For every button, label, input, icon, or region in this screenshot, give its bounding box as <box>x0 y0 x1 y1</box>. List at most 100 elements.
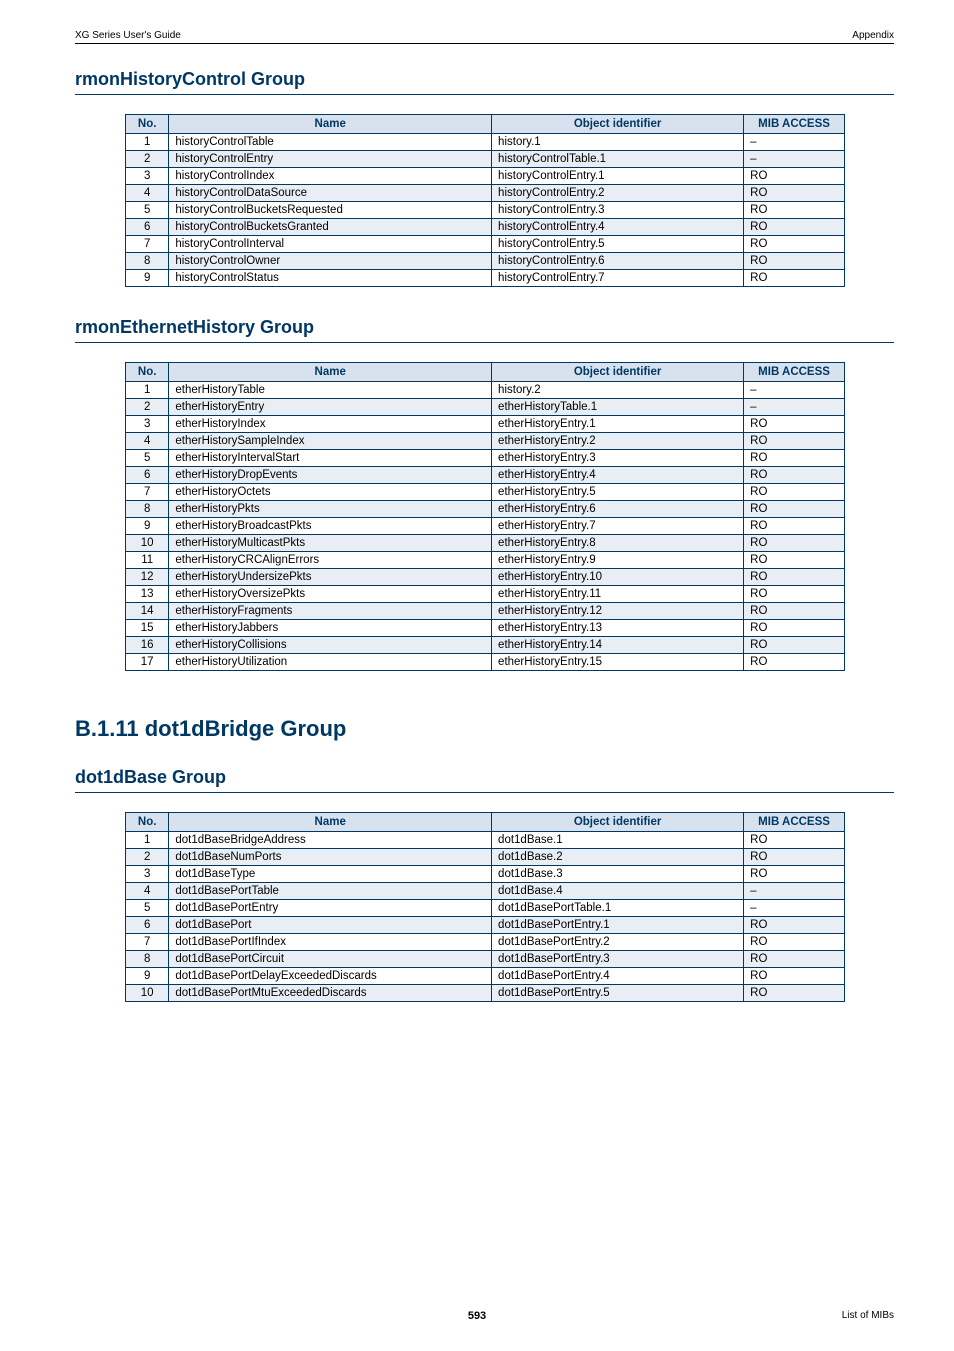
table-row: 8dot1dBasePortCircuitdot1dBasePortEntry.… <box>126 951 845 968</box>
cell-mib-access: RO <box>744 552 845 569</box>
cell-name: historyControlIndex <box>169 168 492 185</box>
cell-name: dot1dBasePortTable <box>169 883 492 900</box>
header-left: XG Series User's Guide <box>75 30 181 41</box>
cell-no: 3 <box>126 416 169 433</box>
cell-name: dot1dBasePort <box>169 917 492 934</box>
table-row: 6historyControlBucketsGrantedhistoryCont… <box>126 219 845 236</box>
table-header-cell: No. <box>126 115 169 134</box>
cell-no: 2 <box>126 399 169 416</box>
cell-mib-access: RO <box>744 968 845 985</box>
cell-name: dot1dBasePortIfIndex <box>169 934 492 951</box>
cell-mib-access: – <box>744 900 845 917</box>
table-row: 7dot1dBasePortIfIndexdot1dBasePortEntry.… <box>126 934 845 951</box>
cell-object-identifier: etherHistoryEntry.15 <box>492 654 744 671</box>
table-header-cell: No. <box>126 363 169 382</box>
cell-no: 15 <box>126 620 169 637</box>
cell-name: historyControlBucketsGranted <box>169 219 492 236</box>
cell-mib-access: RO <box>744 849 845 866</box>
cell-mib-access: RO <box>744 236 845 253</box>
cell-mib-access: – <box>744 399 845 416</box>
page-footer: 593 List of MIBs <box>60 1310 894 1321</box>
cell-mib-access: RO <box>744 433 845 450</box>
cell-name: historyControlBucketsRequested <box>169 202 492 219</box>
table-row: 14etherHistoryFragmentsetherHistoryEntry… <box>126 603 845 620</box>
cell-name: etherHistoryUndersizePkts <box>169 569 492 586</box>
table-header-cell: Object identifier <box>492 363 744 382</box>
cell-no: 16 <box>126 637 169 654</box>
table-row: 8etherHistoryPktsetherHistoryEntry.6RO <box>126 501 845 518</box>
table-row: 7historyControlIntervalhistoryControlEnt… <box>126 236 845 253</box>
cell-no: 4 <box>126 883 169 900</box>
cell-no: 3 <box>126 866 169 883</box>
table-row: 4etherHistorySampleIndexetherHistoryEntr… <box>126 433 845 450</box>
table-row: 1etherHistoryTablehistory.2– <box>126 382 845 399</box>
cell-object-identifier: etherHistoryEntry.11 <box>492 586 744 603</box>
cell-name: etherHistoryIntervalStart <box>169 450 492 467</box>
cell-object-identifier: historyControlEntry.6 <box>492 253 744 270</box>
cell-mib-access: RO <box>744 185 845 202</box>
cell-no: 9 <box>126 270 169 287</box>
cell-mib-access: – <box>744 883 845 900</box>
cell-name: etherHistoryTable <box>169 382 492 399</box>
cell-mib-access: RO <box>744 202 845 219</box>
cell-mib-access: RO <box>744 270 845 287</box>
cell-no: 11 <box>126 552 169 569</box>
table-row: 10dot1dBasePortMtuExceededDiscardsdot1dB… <box>126 985 845 1002</box>
table-row: 3etherHistoryIndexetherHistoryEntry.1RO <box>126 416 845 433</box>
cell-object-identifier: historyControlEntry.4 <box>492 219 744 236</box>
cell-object-identifier: etherHistoryEntry.6 <box>492 501 744 518</box>
cell-name: dot1dBaseType <box>169 866 492 883</box>
cell-object-identifier: etherHistoryEntry.7 <box>492 518 744 535</box>
cell-mib-access: RO <box>744 866 845 883</box>
table-header-cell: Object identifier <box>492 115 744 134</box>
mib-table: No.NameObject identifierMIB ACCESS1ether… <box>125 362 845 671</box>
cell-no: 5 <box>126 450 169 467</box>
cell-object-identifier: dot1dBase.2 <box>492 849 744 866</box>
table-row: 6dot1dBasePortdot1dBasePortEntry.1RO <box>126 917 845 934</box>
cell-mib-access: RO <box>744 168 845 185</box>
cell-object-identifier: history.1 <box>492 134 744 151</box>
cell-no: 10 <box>126 985 169 1002</box>
cell-object-identifier: dot1dBase.1 <box>492 832 744 849</box>
cell-mib-access: RO <box>744 586 845 603</box>
cell-mib-access: RO <box>744 484 845 501</box>
cell-name: etherHistoryOversizePkts <box>169 586 492 603</box>
cell-no: 1 <box>126 832 169 849</box>
cell-name: historyControlStatus <box>169 270 492 287</box>
cell-no: 2 <box>126 849 169 866</box>
cell-name: etherHistoryJabbers <box>169 620 492 637</box>
cell-object-identifier: historyControlEntry.3 <box>492 202 744 219</box>
cell-object-identifier: etherHistoryEntry.4 <box>492 467 744 484</box>
section-heading: rmonEthernetHistory Group <box>75 317 894 343</box>
cell-no: 5 <box>126 202 169 219</box>
cell-mib-access: RO <box>744 569 845 586</box>
cell-name: etherHistoryCollisions <box>169 637 492 654</box>
cell-mib-access: RO <box>744 934 845 951</box>
table-row: 9historyControlStatushistoryControlEntry… <box>126 270 845 287</box>
section-heading: B.1.11 dot1dBridge Group <box>75 716 894 742</box>
cell-no: 17 <box>126 654 169 671</box>
cell-mib-access: RO <box>744 450 845 467</box>
cell-no: 7 <box>126 934 169 951</box>
table-row: 12etherHistoryUndersizePktsetherHistoryE… <box>126 569 845 586</box>
cell-no: 8 <box>126 951 169 968</box>
table-header-cell: Name <box>169 115 492 134</box>
cell-object-identifier: dot1dBase.3 <box>492 866 744 883</box>
cell-no: 13 <box>126 586 169 603</box>
cell-mib-access: RO <box>744 654 845 671</box>
cell-no: 7 <box>126 484 169 501</box>
table-row: 1historyControlTablehistory.1– <box>126 134 845 151</box>
table-row: 17etherHistoryUtilizationetherHistoryEnt… <box>126 654 845 671</box>
cell-name: historyControlInterval <box>169 236 492 253</box>
table-row: 4dot1dBasePortTabledot1dBase.4– <box>126 883 845 900</box>
header-right: Appendix <box>852 30 894 41</box>
table-row: 15etherHistoryJabbersetherHistoryEntry.1… <box>126 620 845 637</box>
table-header-cell: MIB ACCESS <box>744 363 845 382</box>
cell-object-identifier: dot1dBasePortEntry.1 <box>492 917 744 934</box>
cell-mib-access: RO <box>744 416 845 433</box>
table-row: 2etherHistoryEntryetherHistoryTable.1– <box>126 399 845 416</box>
cell-object-identifier: dot1dBasePortTable.1 <box>492 900 744 917</box>
cell-name: etherHistoryIndex <box>169 416 492 433</box>
cell-mib-access: RO <box>744 603 845 620</box>
cell-mib-access: RO <box>744 253 845 270</box>
